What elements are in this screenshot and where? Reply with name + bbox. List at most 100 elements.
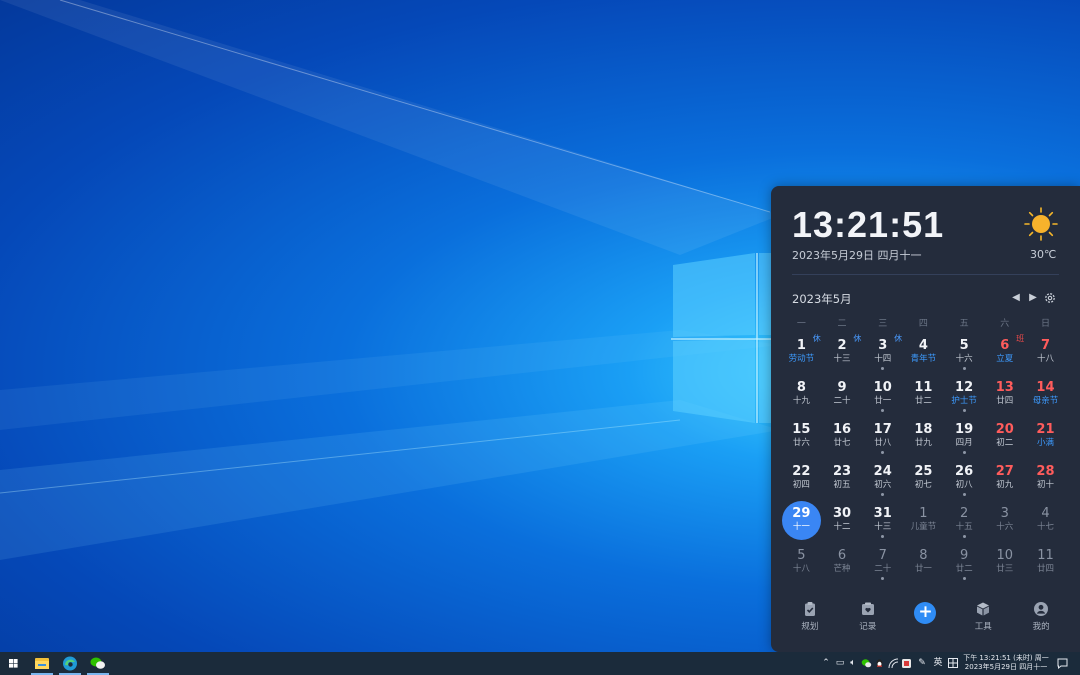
calendar-day-next-month[interactable]: 8 廿一: [903, 542, 944, 584]
calendar-day[interactable]: 休 1 劳动节: [781, 332, 822, 374]
calendar-day-next-month[interactable]: 3 十六: [984, 500, 1025, 542]
day-lunar: 初五: [833, 480, 851, 490]
day-lunar: 十九: [792, 396, 810, 406]
calendar-day[interactable]: 21 小满: [1025, 416, 1066, 458]
calendar-day[interactable]: 7 十八: [1025, 332, 1066, 374]
day-lunar: 十八: [1036, 354, 1054, 364]
settings-gear-icon[interactable]: [1043, 291, 1057, 305]
calendar-day[interactable]: 28 初十: [1025, 458, 1066, 500]
action-center-notification-icon[interactable]: [1055, 656, 1069, 670]
day-lunar: 初七: [914, 480, 932, 490]
calendar-day-next-month[interactable]: 9 廿二: [944, 542, 985, 584]
calendar-day[interactable]: 17 廿八: [862, 416, 903, 458]
notebook-heart-icon: [861, 602, 874, 615]
sun-icon: [1024, 207, 1058, 241]
day-number: 1: [919, 506, 928, 521]
day-lunar: 十一: [792, 522, 810, 532]
show-hidden-icons-chevron-icon[interactable]: ⌃: [820, 656, 832, 670]
holiday-rest-tag: 休: [812, 334, 821, 343]
event-dot: [881, 367, 885, 370]
ime-language-indicator[interactable]: 英: [930, 656, 946, 670]
day-lunar: 四月: [955, 438, 973, 448]
day-lunar: 小满: [1036, 438, 1054, 448]
previous-month-button[interactable]: ◀: [1009, 291, 1023, 305]
calendar-week: 29 十一 30 十二 31 十三 1 儿童节 2 十五 3 十六 4 十七: [781, 500, 1066, 542]
day-lunar: 十六: [955, 354, 973, 364]
day-lunar: 十四: [874, 354, 892, 364]
next-month-button[interactable]: ▶: [1026, 291, 1040, 305]
calendar-day-next-month[interactable]: 5 十八: [781, 542, 822, 584]
app-tray-icon[interactable]: [900, 656, 912, 670]
qq-tray-icon[interactable]: [873, 656, 885, 670]
pen-tool-icon[interactable]: ✎: [915, 656, 929, 670]
wechat-tray-icon[interactable]: [860, 656, 872, 670]
day-number: 11: [914, 380, 933, 395]
calendar-day-next-month[interactable]: 1 儿童节: [903, 500, 944, 542]
edge-browser-icon: [63, 656, 77, 671]
calendar-day[interactable]: 休 2 十三: [822, 332, 863, 374]
calendar-day[interactable]: 25 初七: [903, 458, 944, 500]
tab-profile[interactable]: 我的: [1012, 598, 1070, 632]
calendar-day-today[interactable]: 29 十一: [781, 500, 822, 542]
tab-planning[interactable]: 规划: [781, 598, 839, 632]
volume-icon[interactable]: 🔈︎: [847, 656, 859, 670]
day-number: 22: [792, 464, 811, 479]
add-button[interactable]: +: [897, 598, 955, 632]
calendar-day[interactable]: 22 初四: [781, 458, 822, 500]
network-icon[interactable]: [887, 656, 899, 670]
calendar-day-next-month[interactable]: 6 芒种: [822, 542, 863, 584]
calendar-day-next-month[interactable]: 11 廿四: [1025, 542, 1066, 584]
taskbar-edge[interactable]: [57, 652, 83, 675]
taskbar-wechat[interactable]: [85, 652, 111, 675]
calendar-day[interactable]: 8 十九: [781, 374, 822, 416]
calendar-day[interactable]: 4 青年节: [903, 332, 944, 374]
event-dot: [962, 493, 966, 496]
day-lunar: 青年节: [910, 354, 937, 364]
calendar-day[interactable]: 18 廿九: [903, 416, 944, 458]
tab-records[interactable]: 记录: [839, 598, 897, 632]
calendar-day[interactable]: 休 3 十四: [862, 332, 903, 374]
day-lunar: 初二: [996, 438, 1014, 448]
day-lunar: 十六: [996, 522, 1014, 532]
cube-icon: [977, 602, 990, 616]
day-number: 29: [792, 506, 811, 521]
calendar-day[interactable]: 5 十六: [944, 332, 985, 374]
calendar-day[interactable]: 班 6 立夏: [984, 332, 1025, 374]
calendar-day[interactable]: 9 二十: [822, 374, 863, 416]
calendar-day[interactable]: 24 初六: [862, 458, 903, 500]
day-number: 16: [832, 422, 852, 437]
calendar-day-next-month[interactable]: 2 十五: [944, 500, 985, 542]
tab-tools[interactable]: 工具: [954, 598, 1012, 632]
taskbar-clock[interactable]: 下午 13:21:51 (未时) 周一 2023年5月29日 四月十一: [958, 654, 1054, 672]
calendar-day[interactable]: 11 廿二: [903, 374, 944, 416]
event-dot: [962, 577, 966, 580]
calendar-day[interactable]: 26 初八: [944, 458, 985, 500]
calendar-day[interactable]: 10 廿一: [862, 374, 903, 416]
day-number: 31: [873, 506, 892, 521]
calendar-day[interactable]: 30 十二: [822, 500, 863, 542]
taskbar: ⌃ ▭ 🔈︎ ✎ 英 下午 13:21:51 (未时) 周一 2023年5月29…: [0, 652, 1080, 675]
day-lunar: 廿四: [996, 396, 1014, 406]
calendar-day-next-month[interactable]: 4 十七: [1025, 500, 1066, 542]
workday-tag: 班: [1016, 334, 1025, 343]
calendar-day[interactable]: 13 廿四: [984, 374, 1025, 416]
day-number: 15: [792, 422, 811, 437]
calendar-day-next-month[interactable]: 10 廿三: [984, 542, 1025, 584]
calendar-day-next-month[interactable]: 7 二十: [862, 542, 903, 584]
day-lunar: 劳动节: [788, 354, 815, 364]
calendar-day[interactable]: 14 母亲节: [1025, 374, 1066, 416]
calendar-day[interactable]: 27 初九: [984, 458, 1025, 500]
calendar-day[interactable]: 23 初五: [822, 458, 863, 500]
day-lunar: 母亲节: [1032, 396, 1059, 406]
calendar-day[interactable]: 31 十三: [862, 500, 903, 542]
calendar-day[interactable]: 20 初二: [984, 416, 1025, 458]
day-number: 13: [995, 380, 1014, 395]
start-button[interactable]: [0, 652, 26, 675]
taskbar-file-explorer[interactable]: [29, 652, 55, 675]
calendar-day[interactable]: 19 四月: [944, 416, 985, 458]
day-number: 21: [1036, 422, 1055, 437]
calendar-day[interactable]: 16 廿七: [822, 416, 863, 458]
calendar-day[interactable]: 15 廿六: [781, 416, 822, 458]
battery-icon[interactable]: ▭: [834, 656, 846, 670]
calendar-day[interactable]: 12 护士节: [944, 374, 985, 416]
